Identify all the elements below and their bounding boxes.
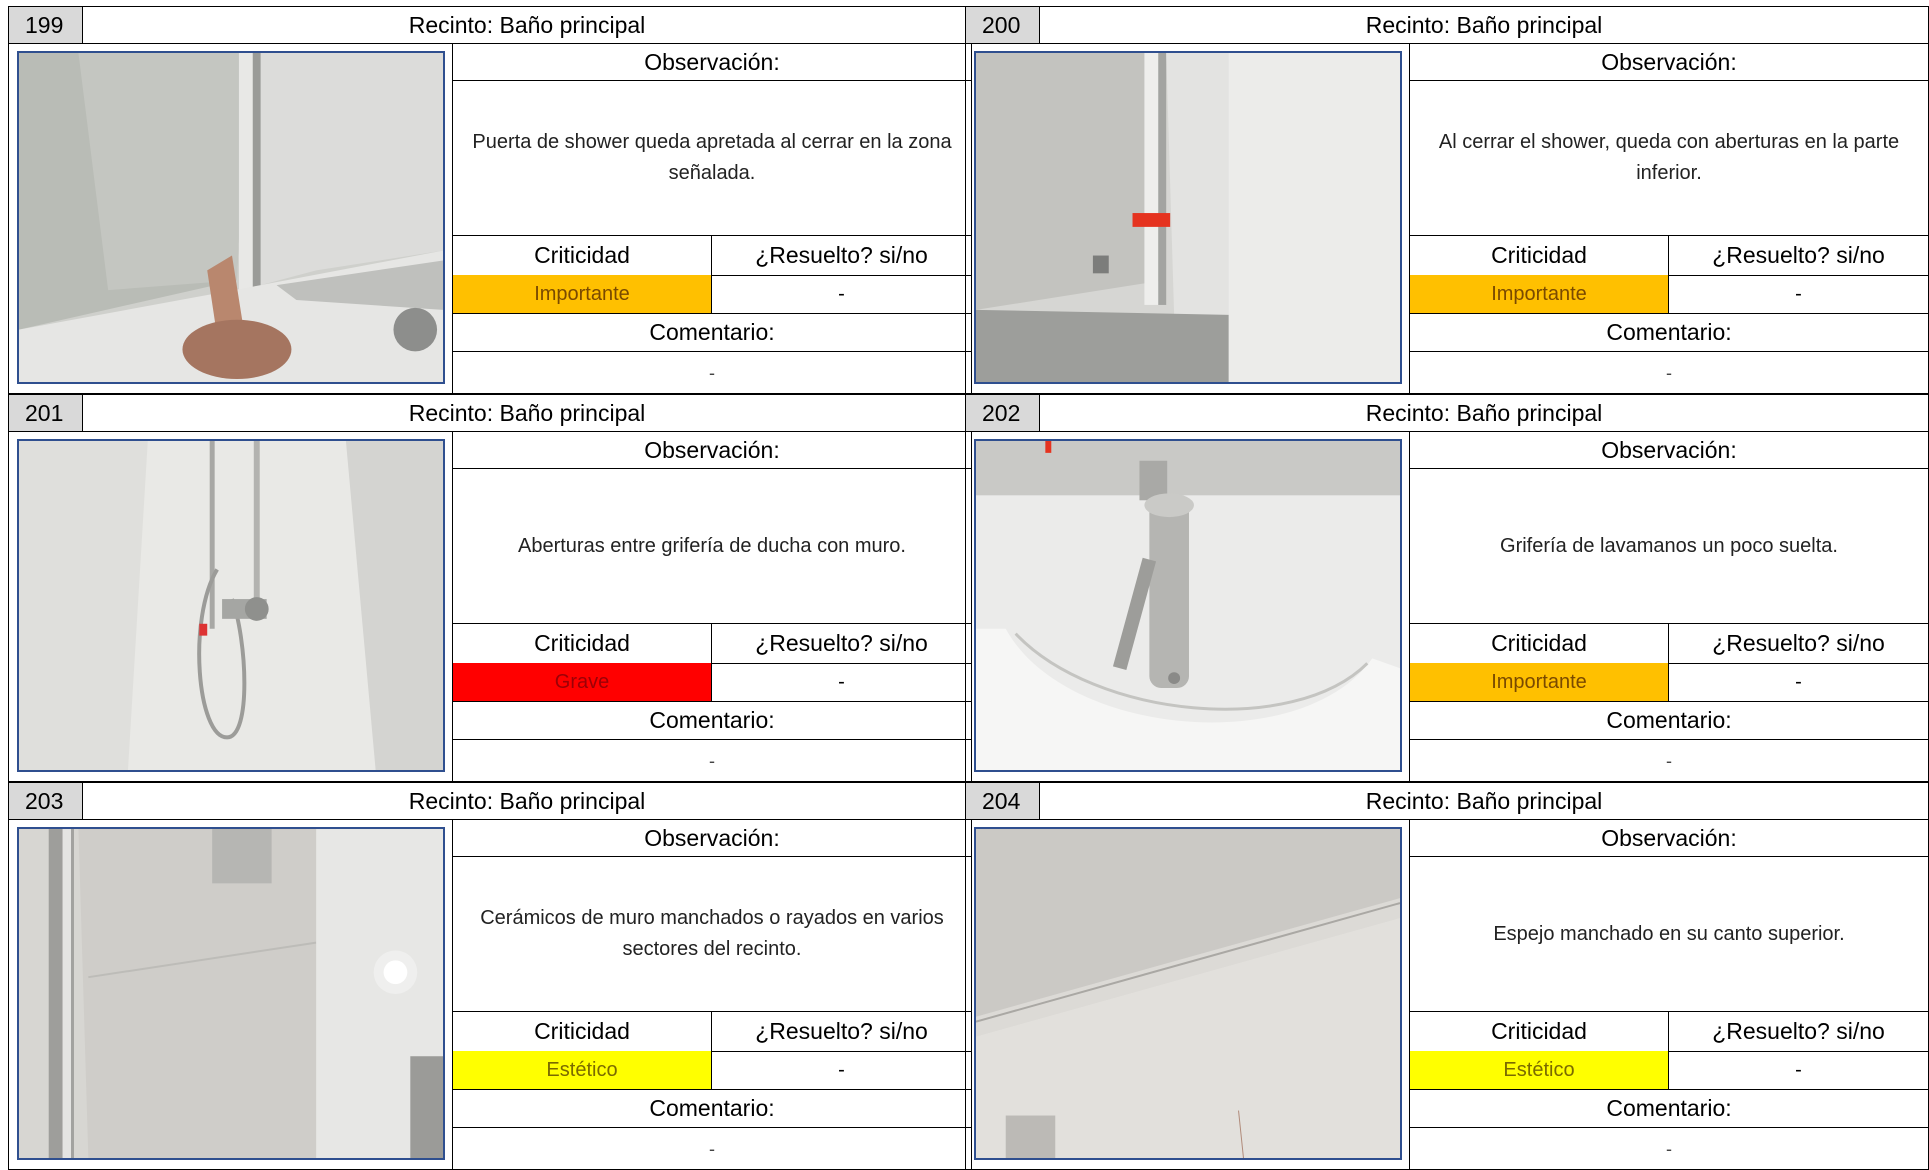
observation-text: Grifería de lavamanos un poco suelta. [1410, 469, 1928, 624]
criticidad-value-row: Importante - [1410, 663, 1928, 702]
card-header: 204 Recinto: Baño principal [965, 782, 1929, 820]
criticidad-value-row: Importante - [453, 275, 971, 314]
resuelto-heading: ¿Resuelto? si/no [1712, 630, 1885, 656]
comentario-text[interactable]: - [453, 740, 971, 782]
card-header: 203 Recinto: Baño principal [8, 782, 972, 820]
resuelto-heading: ¿Resuelto? si/no [1712, 1018, 1885, 1044]
criticidad-value-row: Importante - [1410, 275, 1928, 314]
item-number: 200 [966, 7, 1040, 43]
observation-heading: Observación: [1410, 43, 1928, 81]
observation-heading: Observación: [1410, 431, 1928, 469]
card-header: 199 Recinto: Baño principal [8, 6, 972, 44]
resuelto-heading: ¿Resuelto? si/no [755, 242, 928, 268]
item-number: 199 [9, 7, 83, 43]
recinto-label: Recinto: Baño principal [408, 788, 646, 814]
observation-info: Observación: Espejo manchado en su canto… [1409, 819, 1928, 1169]
card-header: 201 Recinto: Baño principal [8, 394, 972, 432]
resuelto-heading: ¿Resuelto? si/no [755, 1018, 928, 1044]
criticidad-badge: Grave [453, 663, 712, 701]
criticidad-heading: Criticidad [453, 236, 712, 275]
resuelto-value[interactable]: - [1669, 1051, 1928, 1089]
observation-text: Puerta de shower queda apretada al cerra… [453, 81, 971, 236]
criticidad-heading: Criticidad [1410, 236, 1669, 275]
comentario-text[interactable]: - [1410, 740, 1928, 782]
observation-card: 204 Recinto: Baño principal Observación:… [965, 782, 1929, 1170]
recinto-label: Recinto: Baño principal [1365, 400, 1603, 426]
recinto-label: Recinto: Baño principal [1365, 788, 1603, 814]
recinto-label: Recinto: Baño principal [408, 12, 646, 38]
criticidad-header-row: Criticidad ¿Resuelto? si/no [1410, 624, 1928, 664]
recinto-label: Recinto: Baño principal [1365, 12, 1603, 38]
comentario-text[interactable]: - [1410, 352, 1928, 394]
observation-info: Observación: Cerámicos de muro manchados… [452, 819, 971, 1169]
observation-photo[interactable] [974, 439, 1402, 772]
item-number: 203 [9, 783, 83, 819]
observation-photo[interactable] [974, 51, 1402, 384]
observation-info: Observación: Aberturas entre grifería de… [452, 431, 971, 781]
item-number: 201 [9, 395, 83, 431]
criticidad-badge: Importante [1410, 275, 1669, 313]
observation-heading: Observación: [1410, 819, 1928, 857]
observation-card: 201 Recinto: Baño principal Observación:… [8, 394, 972, 782]
criticidad-header-row: Criticidad ¿Resuelto? si/no [1410, 1012, 1928, 1052]
observation-info: Observación: Al cerrar el shower, queda … [1409, 43, 1928, 393]
comentario-text[interactable]: - [1410, 1128, 1928, 1170]
item-number: 202 [966, 395, 1040, 431]
criticidad-badge: Estético [1410, 1051, 1669, 1089]
observation-card: 199 Recinto: Baño principal Observación:… [8, 6, 972, 394]
comentario-heading: Comentario: [453, 313, 971, 352]
criticidad-value-row: Estético - [1410, 1051, 1928, 1090]
comentario-heading: Comentario: [453, 1089, 971, 1128]
observation-heading: Observación: [453, 43, 971, 81]
recinto-label: Recinto: Baño principal [408, 400, 646, 426]
resuelto-value[interactable]: - [712, 275, 971, 313]
observation-info: Observación: Grifería de lavamanos un po… [1409, 431, 1928, 781]
resuelto-heading: ¿Resuelto? si/no [755, 630, 928, 656]
criticidad-heading: Criticidad [453, 624, 712, 663]
comentario-text[interactable]: - [453, 352, 971, 394]
comentario-text[interactable]: - [453, 1128, 971, 1170]
criticidad-heading: Criticidad [453, 1012, 712, 1051]
criticidad-heading: Criticidad [1410, 1012, 1669, 1051]
resuelto-value[interactable]: - [712, 1051, 971, 1089]
criticidad-badge: Estético [453, 1051, 712, 1089]
observation-card: 203 Recinto: Baño principal Observación:… [8, 782, 972, 1170]
criticidad-header-row: Criticidad ¿Resuelto? si/no [1410, 236, 1928, 276]
criticidad-value-row: Grave - [453, 663, 971, 702]
criticidad-header-row: Criticidad ¿Resuelto? si/no [453, 624, 971, 664]
observation-photo[interactable] [17, 439, 445, 772]
comentario-heading: Comentario: [453, 701, 971, 740]
resuelto-value[interactable]: - [1669, 275, 1928, 313]
resuelto-heading: ¿Resuelto? si/no [1712, 242, 1885, 268]
observation-text: Cerámicos de muro manchados o rayados en… [453, 857, 971, 1012]
item-number: 204 [966, 783, 1040, 819]
criticidad-badge: Importante [1410, 663, 1669, 701]
observation-heading: Observación: [453, 431, 971, 469]
criticidad-value-row: Estético - [453, 1051, 971, 1090]
comentario-heading: Comentario: [1410, 701, 1928, 740]
criticidad-badge: Importante [453, 275, 712, 313]
observation-photo[interactable] [17, 827, 445, 1160]
card-header: 200 Recinto: Baño principal [965, 6, 1929, 44]
criticidad-heading: Criticidad [1410, 624, 1669, 663]
resuelto-value[interactable]: - [712, 663, 971, 701]
observation-text: Aberturas entre grifería de ducha con mu… [453, 469, 971, 624]
observation-card: 200 Recinto: Baño principal Observación:… [965, 6, 1929, 394]
observation-card: 202 Recinto: Baño principal Observación:… [965, 394, 1929, 782]
observation-photo[interactable] [974, 827, 1402, 1160]
observation-photo[interactable] [17, 51, 445, 384]
resuelto-value[interactable]: - [1669, 663, 1928, 701]
observation-heading: Observación: [453, 819, 971, 857]
comentario-heading: Comentario: [1410, 1089, 1928, 1128]
observation-text: Espejo manchado en su canto superior. [1410, 857, 1928, 1012]
observation-info: Observación: Puerta de shower queda apre… [452, 43, 971, 393]
criticidad-header-row: Criticidad ¿Resuelto? si/no [453, 1012, 971, 1052]
criticidad-header-row: Criticidad ¿Resuelto? si/no [453, 236, 971, 276]
observation-text: Al cerrar el shower, queda con aberturas… [1410, 81, 1928, 236]
comentario-heading: Comentario: [1410, 313, 1928, 352]
card-header: 202 Recinto: Baño principal [965, 394, 1929, 432]
